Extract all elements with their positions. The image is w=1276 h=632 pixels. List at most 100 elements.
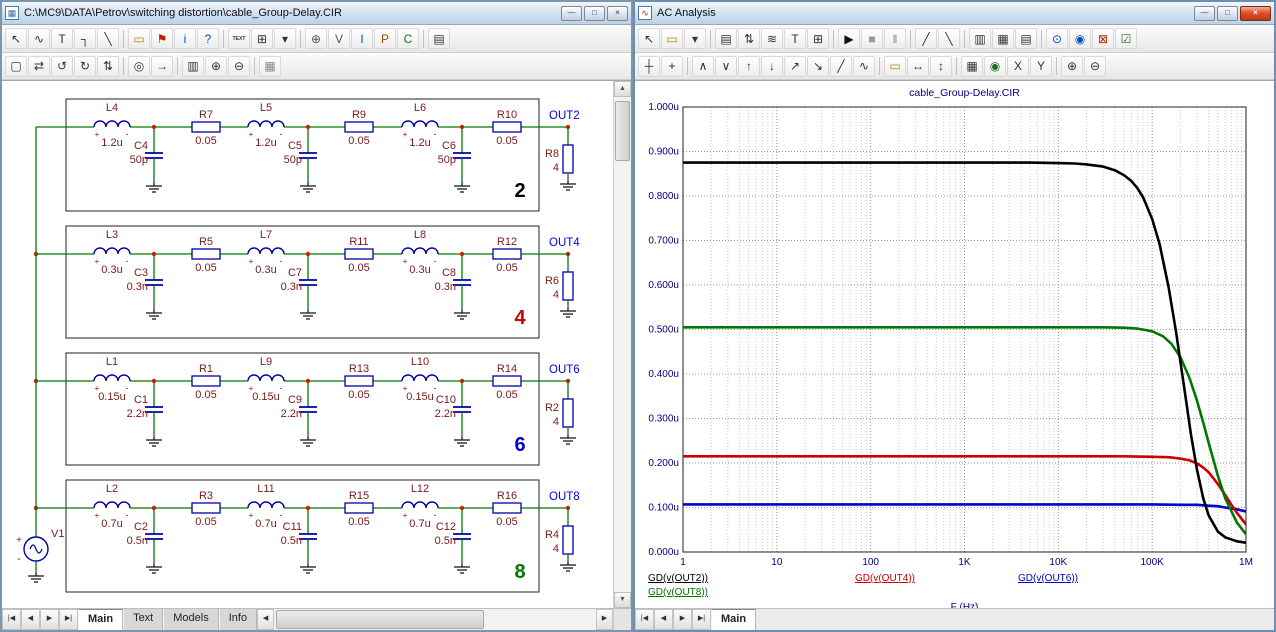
grid-text-toggle-icon[interactable]: TEXT [228, 28, 250, 49]
diagonal-wire-mode-icon[interactable]: ╲ [97, 28, 119, 49]
tab-main[interactable]: Main [711, 609, 757, 630]
resistor-R7[interactable]: R7 0.05 [191, 109, 221, 147]
graphics-mode-icon[interactable]: ▭ [661, 28, 683, 49]
close-button[interactable]: × [1240, 5, 1271, 21]
legend-gd-v-out2-[interactable]: GD(v(OUT2)) [648, 573, 708, 584]
find-icon[interactable]: ◎ [128, 55, 150, 77]
scroll-up-icon[interactable]: ▲ [614, 81, 631, 97]
inductor-L12[interactable]: + - L12 0.7u [401, 483, 439, 530]
text-mode-icon[interactable]: T [51, 28, 73, 49]
source-V1[interactable]: + - V1 [16, 127, 64, 583]
tag-vertical-icon[interactable]: ↕ [930, 55, 952, 77]
maximize-button[interactable]: □ [584, 5, 605, 21]
load-resistor-R4[interactable]: R44 [545, 508, 576, 572]
properties-icon[interactable]: ▤ [428, 28, 450, 49]
next-low-icon[interactable]: ↓ [761, 55, 783, 77]
conditions-toggle-icon[interactable]: C [397, 28, 419, 49]
scroll-down-icon[interactable]: ▼ [614, 592, 631, 608]
legend-gd-v-out6-[interactable]: GD(v(OUT6)) [1018, 573, 1078, 584]
resistor-R14[interactable]: R14 0.05 [492, 363, 522, 401]
page-thumbnail-icon[interactable]: ▦ [259, 55, 281, 77]
nav-button-0[interactable]: |◀ [635, 609, 654, 630]
capacitor-C11[interactable]: C11 0.5n [281, 505, 317, 574]
select-mode-icon[interactable]: ↖ [638, 28, 660, 49]
resistor-R5[interactable]: R5 0.05 [191, 236, 221, 274]
graphics-dropdown-icon[interactable]: ▾ [684, 28, 706, 49]
inflection-point-icon[interactable]: ∿ [853, 55, 875, 77]
next-valley-icon[interactable]: ∨ [715, 55, 737, 77]
resistor-R13[interactable]: R13 0.05 [344, 363, 374, 401]
stop-icon[interactable]: ■ [861, 28, 883, 49]
inductor-L10[interactable]: + -L100.15u [401, 356, 439, 403]
tab-main[interactable]: Main [78, 609, 124, 630]
node-out6[interactable]: OUT6 [549, 364, 580, 384]
flip-vertical-icon[interactable]: ⇅ [97, 55, 119, 77]
maximize-button[interactable]: □ [1217, 5, 1238, 21]
capacitor-C2[interactable]: C2 0.5n [127, 505, 163, 574]
analysis-limits-icon[interactable]: ▤ [715, 28, 737, 49]
capacitor-C8[interactable]: C8 0.3n [435, 251, 471, 320]
slope-icon[interactable]: ╱ [830, 55, 852, 77]
resistor-R11[interactable]: R11 0.05 [344, 236, 374, 274]
node-voltages-toggle-icon[interactable]: V [328, 28, 350, 49]
load-resistor-R6[interactable]: R64 [545, 254, 576, 318]
go-to-x-icon[interactable]: X [1007, 55, 1029, 77]
schematic-hscrollbar[interactable]: ◀ ▶ [257, 609, 613, 630]
resistor-R1[interactable]: R1 0.05 [191, 363, 221, 401]
inductor-L11[interactable]: + - L11 0.7u [247, 483, 285, 530]
stepping-icon[interactable]: ⇅ [738, 28, 760, 49]
resistor-R10[interactable]: R10 0.05 [492, 109, 522, 147]
capacitor-C3[interactable]: C3 0.3n [127, 251, 163, 320]
analysis-titlebar[interactable]: ∿ AC Analysis — □ × [635, 2, 1274, 25]
zoom-out-icon[interactable]: ⊖ [228, 55, 250, 77]
waveform-buffer-icon[interactable]: ≋ [761, 28, 783, 49]
capacitor-C7[interactable]: C7 0.3n [281, 251, 317, 320]
node-out2[interactable]: OUT2 [549, 110, 580, 130]
exit-analysis-icon[interactable]: ⊠ [1092, 28, 1114, 49]
minimize-button[interactable]: — [561, 5, 582, 21]
select-region-icon[interactable]: ▢ [5, 55, 27, 77]
tab-models[interactable]: Models [163, 609, 219, 630]
cursor-line-icon[interactable]: ╱ [915, 28, 937, 49]
inductor-L6[interactable]: + - L6 1.2u [401, 102, 439, 149]
capacitor-C5[interactable]: C550p [284, 124, 317, 193]
minimize-button[interactable]: — [1194, 5, 1215, 21]
data-points-icon[interactable]: ▦ [992, 28, 1014, 49]
info-mode-icon[interactable]: i [174, 28, 196, 49]
attribute-text-toggle-icon[interactable]: ⊞ [251, 28, 273, 49]
select-mode-icon[interactable]: ↖ [5, 28, 27, 49]
powers-toggle-icon[interactable]: P [374, 28, 396, 49]
schematic-vscrollbar[interactable]: ▲ ▼ [613, 81, 631, 608]
state-variables-icon[interactable]: ⊞ [807, 28, 829, 49]
inductor-L9[interactable]: + -L90.15u [247, 356, 285, 403]
probe-all-icon[interactable]: ◉ [1069, 28, 1091, 49]
node-numbers-toggle-icon[interactable]: ⊕ [305, 28, 327, 49]
inductor-L7[interactable]: + - L7 0.3u [247, 229, 285, 276]
tangent-line-icon[interactable]: ╲ [938, 28, 960, 49]
nav-button-0[interactable]: |◀ [2, 609, 21, 630]
scroll-left-icon[interactable]: ◀ [257, 609, 275, 630]
rotate-ccw-icon[interactable]: ↺ [51, 55, 73, 77]
inductor-L1[interactable]: + -L10.15u [93, 356, 131, 403]
nav-button-3[interactable]: ▶| [59, 609, 78, 630]
capacitor-C10[interactable]: C10 2.2n [435, 378, 471, 447]
find-next-icon[interactable]: → [151, 55, 173, 77]
inductor-L4[interactable]: + - L4 1.2u [93, 102, 131, 149]
curve-out4[interactable] [683, 454, 1246, 526]
tag-horizontal-icon[interactable]: ↔ [907, 55, 929, 77]
resistor-R9[interactable]: R9 0.05 [344, 109, 374, 147]
cursor-both-icon[interactable]: + [661, 55, 683, 77]
inductor-L5[interactable]: + - L5 1.2u [247, 102, 285, 149]
capacitor-C6[interactable]: C650p [438, 124, 471, 193]
node-out4[interactable]: OUT4 [549, 237, 580, 257]
resistor-R12[interactable]: R12 0.05 [492, 236, 522, 274]
info-page-icon[interactable]: ▥ [182, 55, 204, 77]
graphics-mode-icon[interactable]: ▭ [128, 28, 150, 49]
capacitor-C4[interactable]: C450p [130, 124, 163, 193]
load-resistor-R2[interactable]: R24 [545, 381, 576, 445]
rising-edge-icon[interactable]: ↗ [784, 55, 806, 77]
schematic-canvas[interactable]: 2+ -L41.2u+ -L51.2u+ -L61.2uR70.05R90.05R10… [2, 81, 613, 613]
nav-button-2[interactable]: ▶ [40, 609, 59, 630]
run-icon[interactable]: ▶ [838, 28, 860, 49]
display-options-dropdown-icon[interactable]: ▾ [274, 28, 296, 49]
